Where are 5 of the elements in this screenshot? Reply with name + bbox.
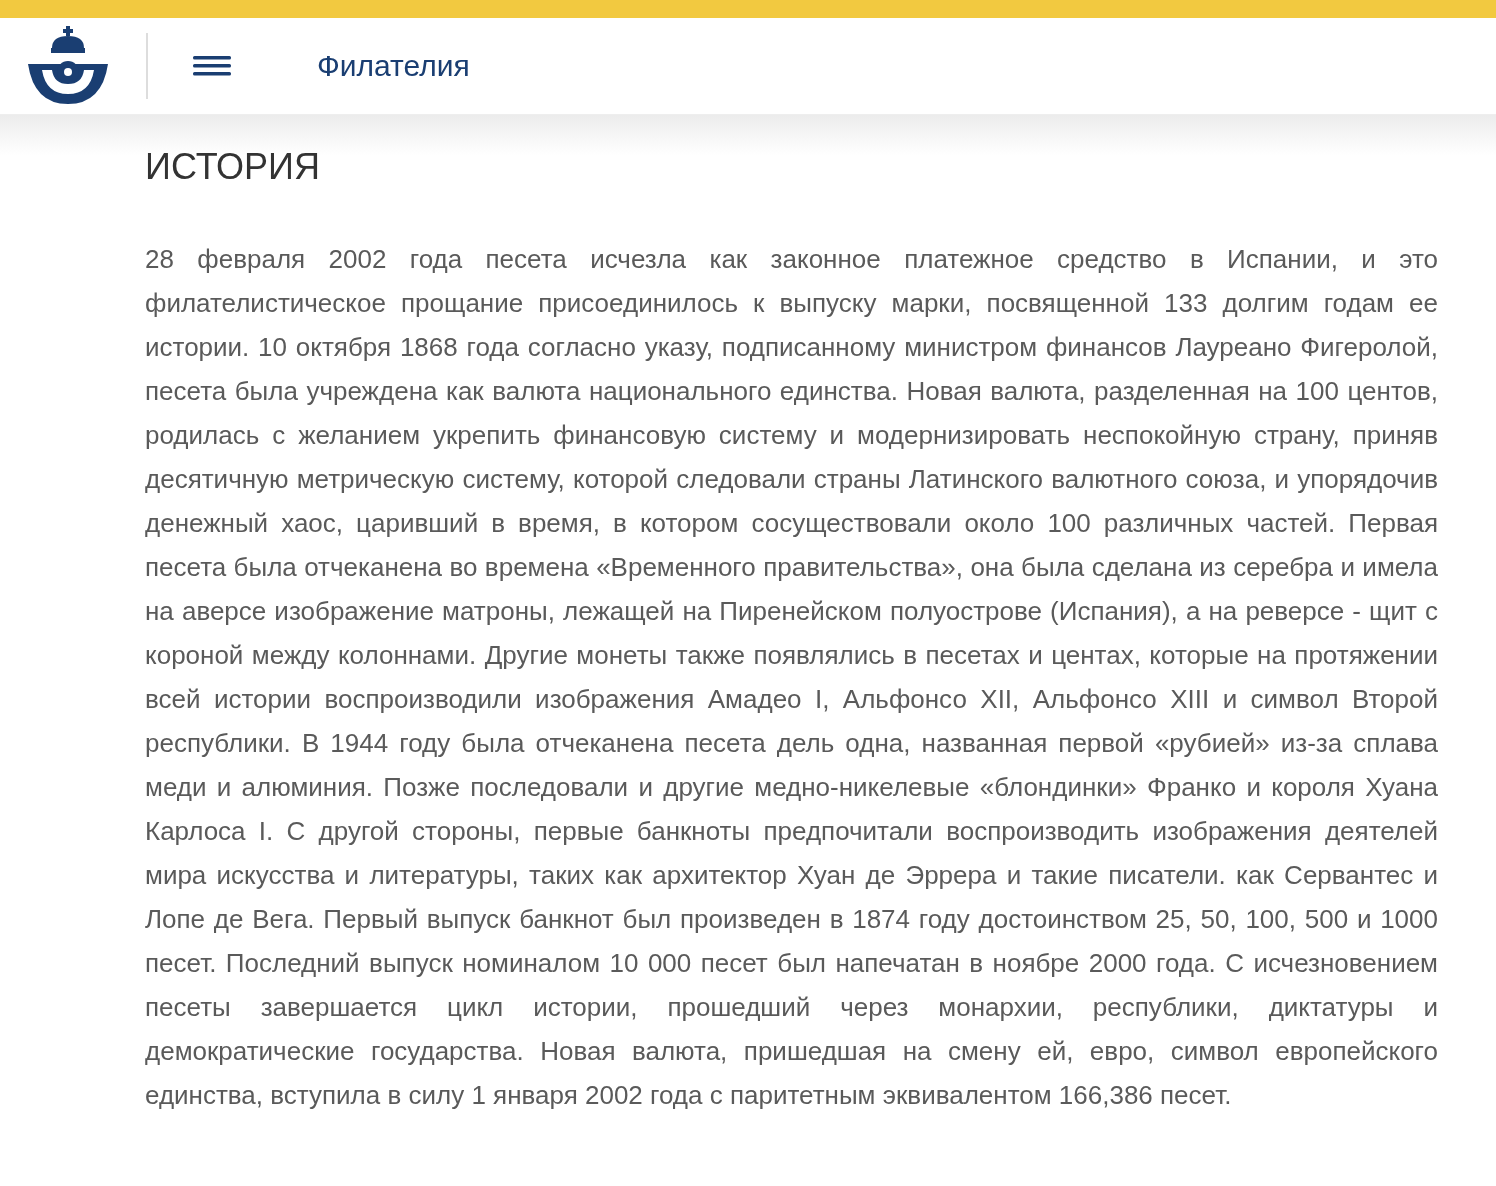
menu-icon — [193, 56, 231, 76]
article-paragraph: 28 февраля 2002 года песета исчезла как законное платежное средство в Испании, и это филателистическое прощание присоединилось к выпуску марки, посвященной 133 долгим годам ее истории. 10 октября 1868 года согласно указу, подписанному министром финансов Лауреано Фигеролой, песета была учреждена как валюта национального единства. Новая валюта, разделенная на 100 центов, родилась с желанием укрепить финансовую систему и модернизировать неспокойную страну, приняв десятичную метрическую систему, которой следовали страны Латинского валютного союза, и упорядочив денежный хаос, царивший в время, в котором сосуществовали около 100 различных частей. Первая песета была отчеканена во времена «Временного правительства», она была сделана из серебра и имела на аверсе изображение матроны, лежащей на Пиренейском полуострове (Испания), а на реверсе - щит с короной между колоннами. Другие монеты также появлялись в песетах и центах, которые на протяжении всей истории воспроизводили изображения Амадео I, Альфонсо XII, Альфонсо XIII и символ Второй республики. В 1944 году была отчеканена песета дель одна, названная первой «рубией» из-за сплава меди и алюминия. Позже последовали и другие медно-никелевые «блондинки» Франко и короля Хуана Карлоса I. С другой стороны, первые банкноты предпочитали воспроизводить изображения деятелей мира искусства и литературы, таких как архитектор Хуан де Эррера и такие писатели. как Сервантес и Лопе де Вега. Первый выпуск банкнот был произведен в 1874 году достоинством 25, 50, 100, 500 и 1000 песет. Последний выпуск номиналом 10 000 песет был напечатан в ноябре 2000 года. С исчезновением песеты завершается цикл истории, прошедший через монархии, республики, диктатуры и демократические государства. Новая валюта, пришедшая на смену ей, евро, символ европейского единства, вступила в силу 1 января 2002 года с паритетным эквивалентом 166,386 песет. — [145, 243, 1438, 1112]
article-heading: ИСТОРИЯ — [145, 147, 321, 187]
site-section-title: Филателия — [317, 49, 470, 83]
logo-icon[interactable] — [28, 26, 108, 106]
